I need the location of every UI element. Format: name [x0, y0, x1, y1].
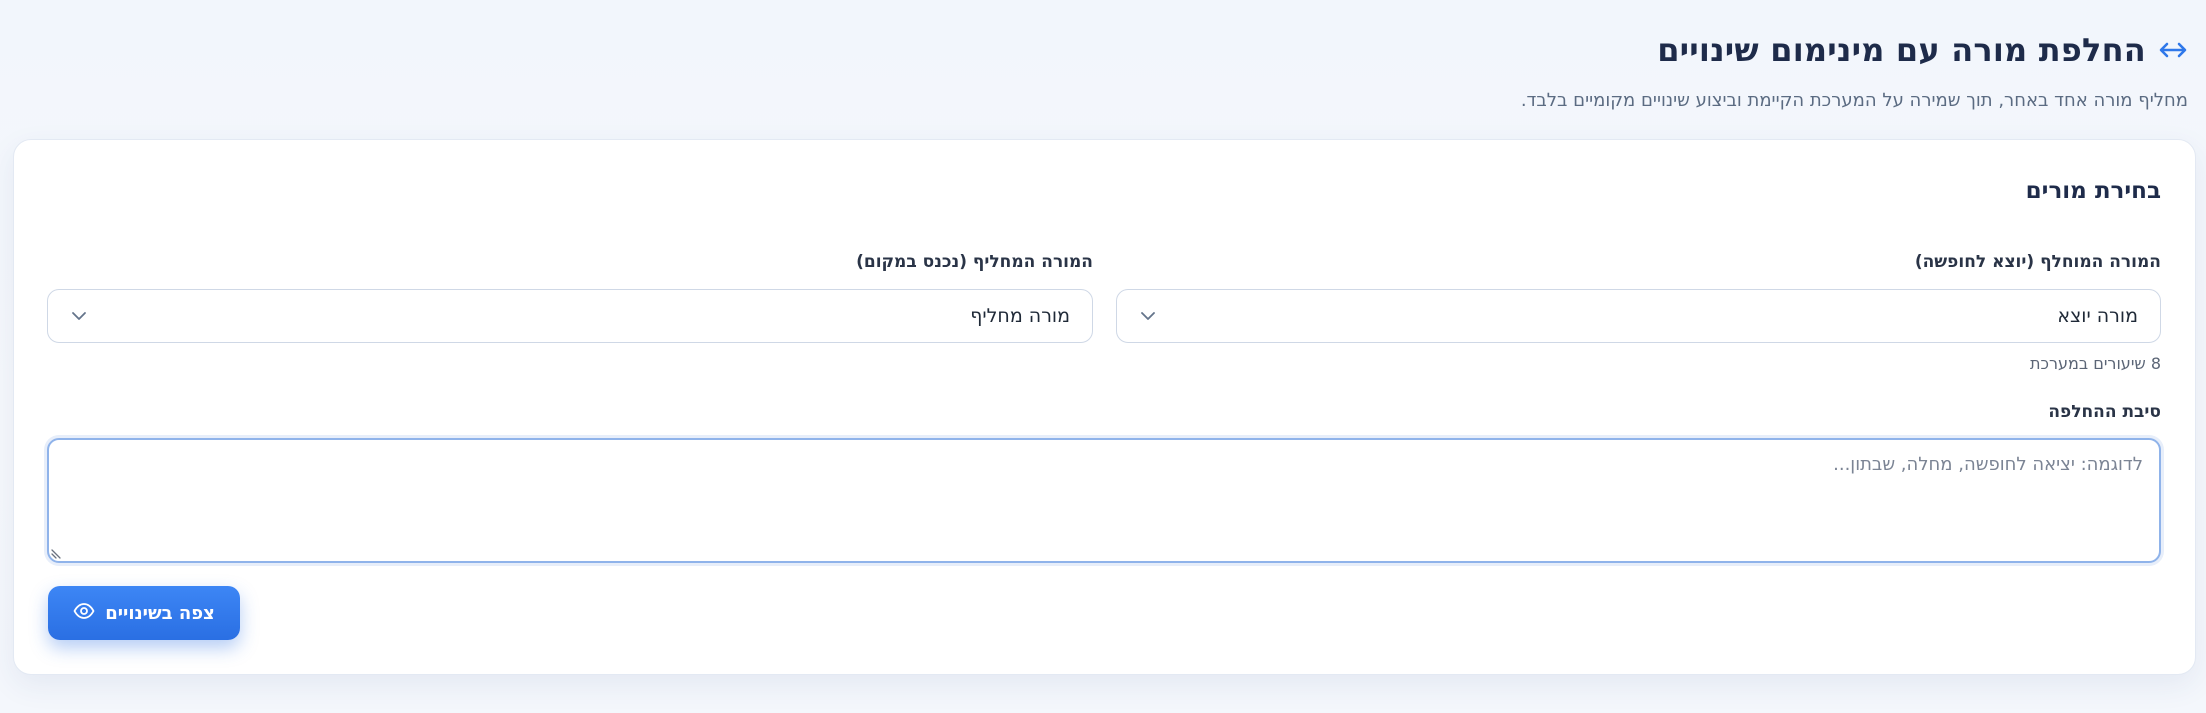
page-title: החלפת מורה עם מינימום שינויים	[1657, 31, 2146, 69]
chevron-down-icon	[1139, 307, 1157, 325]
page-subtitle: מחליף מורה אחד באחר, תוך שמירה על המערכת…	[1520, 90, 2188, 111]
outgoing-teacher-select[interactable]: מורה יוצא	[1116, 289, 2161, 343]
lessons-count-helper: 8 שיעורים במערכת	[2029, 354, 2161, 373]
outgoing-teacher-label: המורה המוחלף (יוצא לחופשה)	[1914, 252, 2161, 272]
reason-textarea[interactable]	[47, 438, 2161, 563]
outgoing-teacher-value: מורה יוצא	[2057, 305, 2138, 327]
preview-button-label: צפה בשינויים	[105, 602, 215, 624]
resize-grip-icon[interactable]	[50, 545, 64, 559]
eye-icon	[73, 602, 95, 624]
reason-label: סיבת ההחלפה	[2048, 402, 2161, 422]
swap-arrows-icon	[2158, 35, 2188, 65]
card-title: בחירת מורים	[2025, 178, 2161, 204]
incoming-teacher-select[interactable]: מורה מחליף	[47, 289, 1093, 343]
preview-changes-button[interactable]: צפה בשינויים	[48, 586, 240, 640]
page-header: החלפת מורה עם מינימום שינויים מחליף מורה…	[18, 28, 2188, 111]
incoming-teacher-value: מורה מחליף	[970, 305, 1070, 327]
chevron-down-icon	[70, 307, 88, 325]
title-row: החלפת מורה עם מינימום שינויים	[18, 28, 2188, 72]
teacher-selection-card: בחירת מורים המורה המוחלף (יוצא לחופשה) מ…	[13, 139, 2196, 675]
incoming-teacher-label: המורה המחליף (נכנס במקום)	[856, 252, 1093, 272]
